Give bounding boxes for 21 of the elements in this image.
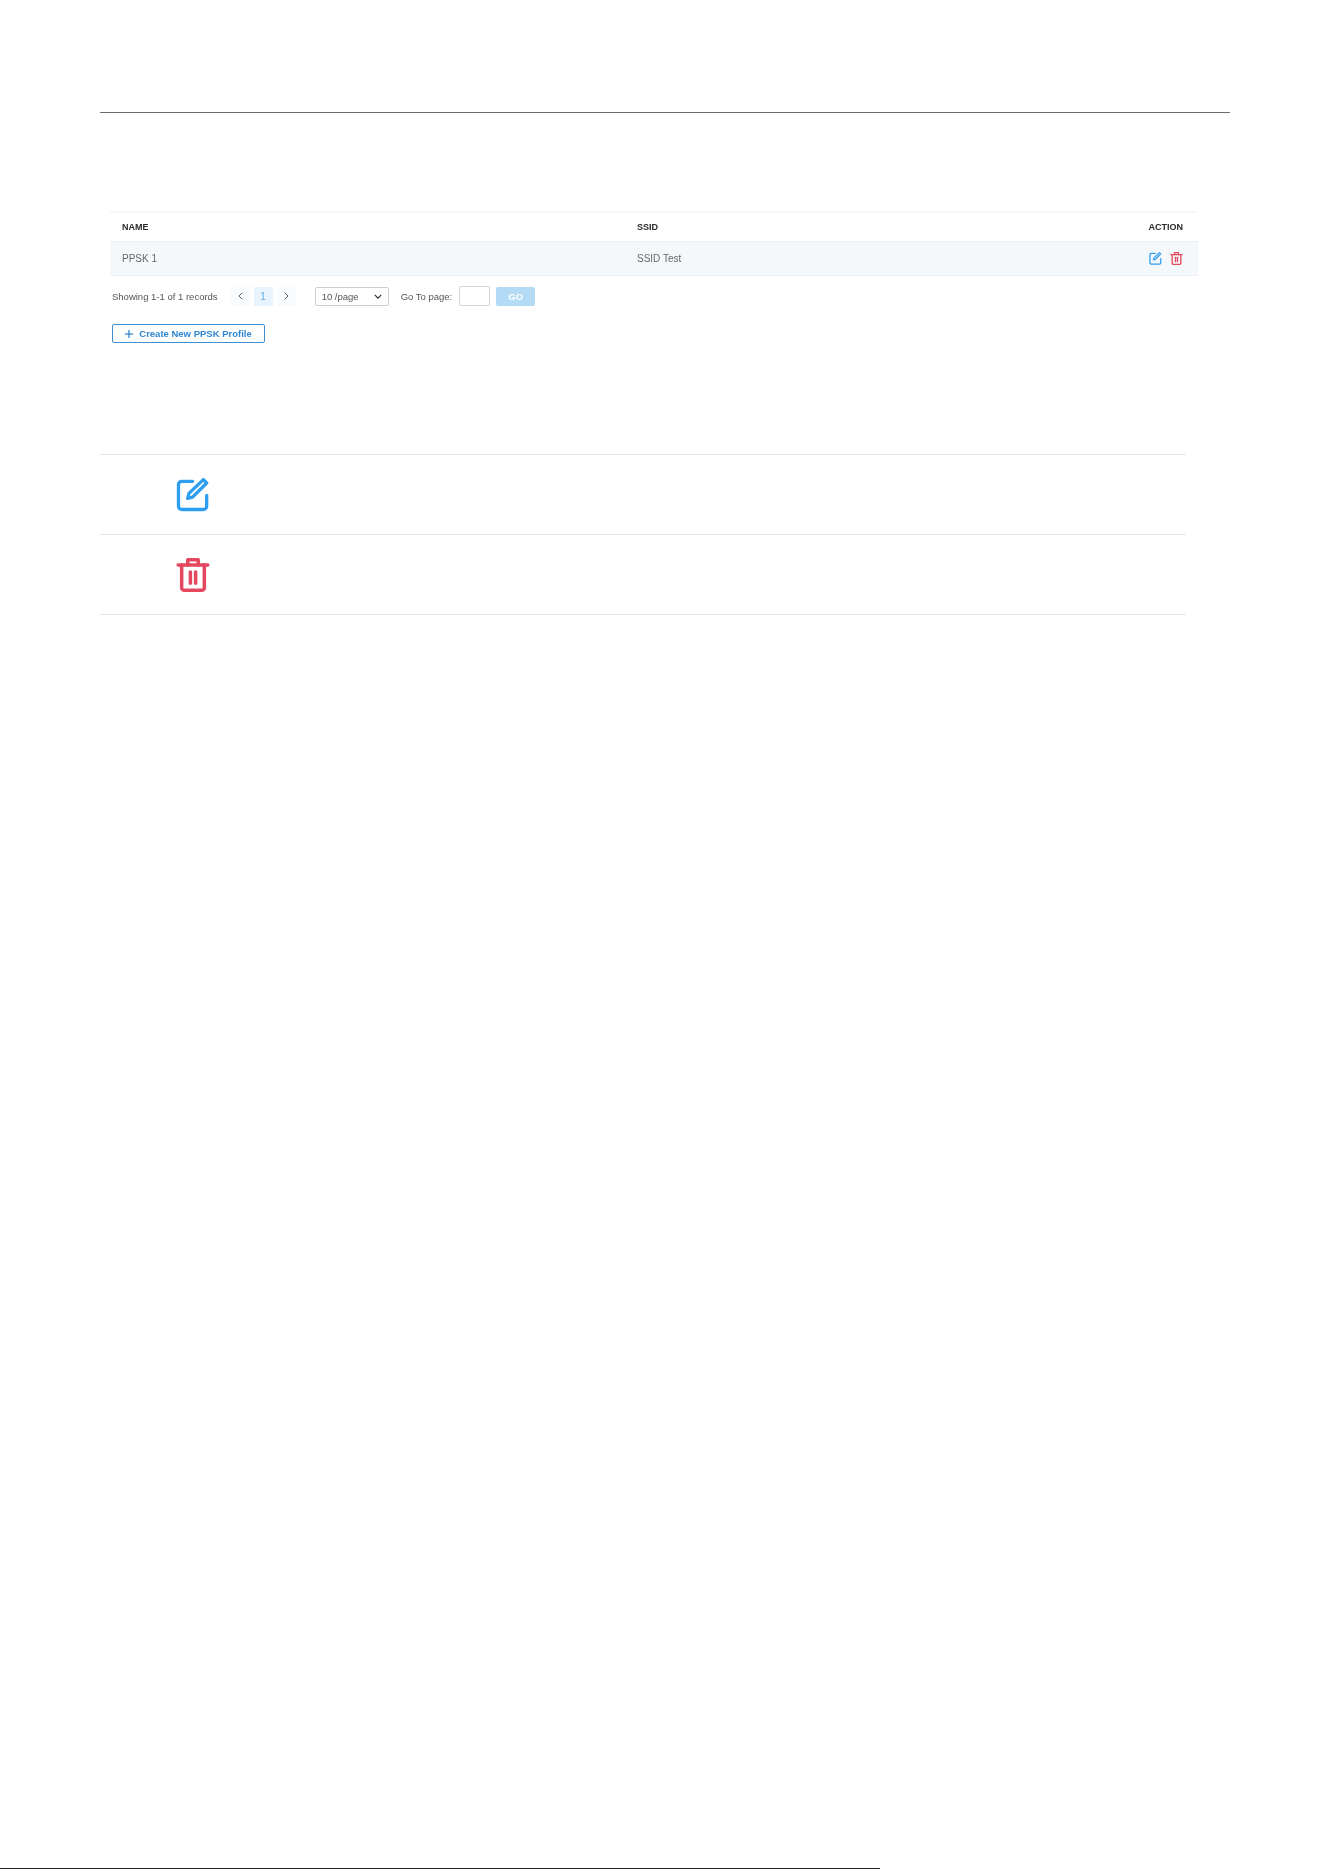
trash-icon[interactable]	[1170, 252, 1183, 265]
column-header: NAME	[122, 222, 150, 232]
column-header: SSID	[637, 222, 659, 232]
records-summary: Showing 1-1 of 1 records	[112, 290, 218, 302]
edit-icon	[176, 477, 210, 512]
previous-page-button[interactable]	[230, 286, 250, 306]
edit-icon[interactable]	[1149, 252, 1162, 265]
goto-label: Go To page:	[400, 290, 453, 302]
plus-icon	[125, 329, 134, 338]
page-button[interactable]: 1	[253, 286, 273, 306]
chevron-right-icon	[283, 292, 289, 300]
table-cell-text: SSID Test	[637, 253, 683, 264]
column-header: ACTION	[1148, 222, 1183, 232]
caret-icon	[373, 293, 382, 299]
next-page-button[interactable]	[276, 286, 296, 306]
chevron-left-icon	[237, 292, 243, 300]
page-size-select[interactable]: 10 /page	[314, 286, 389, 306]
create-profile-button[interactable]: Create New PPSK Profile	[112, 324, 265, 343]
trash-icon	[176, 557, 210, 592]
table-cell-text: PPSK 1	[122, 253, 159, 264]
page-number-field[interactable]	[459, 286, 491, 306]
